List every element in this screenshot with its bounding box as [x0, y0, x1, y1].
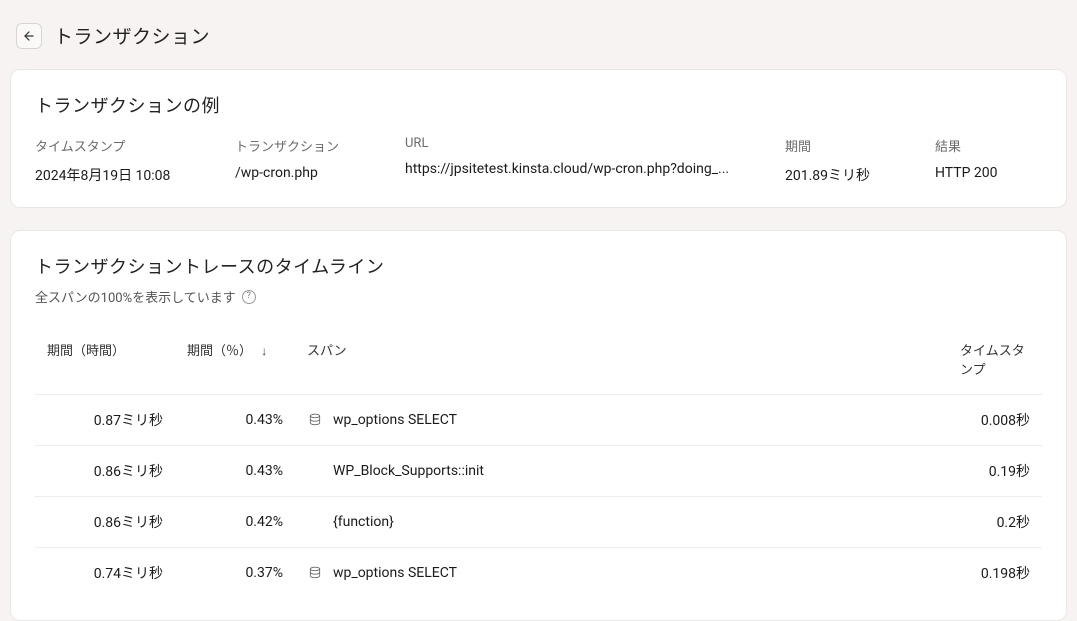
- arrow-left-icon: [22, 29, 36, 43]
- col-header-timestamp[interactable]: タイムスタンプ: [942, 330, 1042, 395]
- timestamp-value: 2024年8月19日 10:08: [35, 165, 235, 185]
- timeline-subtitle-text: 全スパンの100%を表示しています: [35, 287, 236, 306]
- cell-timestamp: 0.2秒: [942, 497, 1042, 548]
- transaction-value: /wp-cron.php: [235, 165, 405, 181]
- example-grid: タイムスタンプ 2024年8月19日 10:08 トランザクション /wp-cr…: [35, 136, 1042, 185]
- col-header-duration[interactable]: 期間（時間）: [35, 330, 175, 395]
- db-icon-slot: [307, 413, 323, 427]
- table-row[interactable]: 0.74ミリ秒0.37% wp_options SELECT 0.198秒: [35, 548, 1042, 599]
- timeline-card-title: トランザクショントレースのタイムライン: [35, 253, 1042, 279]
- database-icon: [308, 566, 322, 580]
- cell-pct: 0.43%: [175, 395, 295, 446]
- help-icon[interactable]: ?: [242, 290, 256, 304]
- cell-pct: 0.42%: [175, 497, 295, 548]
- duration-label: 期間: [785, 136, 935, 155]
- db-icon-slot: [307, 566, 323, 580]
- col-header-span[interactable]: スパン: [295, 330, 942, 395]
- timeline-subtitle: 全スパンの100%を表示しています ?: [35, 287, 1042, 306]
- timeline-card: トランザクショントレースのタイムライン 全スパンの100%を表示しています ? …: [10, 230, 1067, 621]
- trace-table: 期間（時間） 期間（％） ↓ スパン タイムスタンプ 0.87ミリ秒0.43% w…: [35, 330, 1042, 598]
- col-header-pct[interactable]: 期間（％） ↓: [175, 330, 295, 395]
- cell-timestamp: 0.008秒: [942, 395, 1042, 446]
- database-icon: [308, 413, 322, 427]
- cell-timestamp: 0.198秒: [942, 548, 1042, 599]
- table-row[interactable]: 0.86ミリ秒0.42% {function} 0.2秒: [35, 497, 1042, 548]
- span-text: {function}: [333, 514, 394, 530]
- cell-span: WP_Block_Supports::init: [295, 446, 942, 497]
- back-button[interactable]: [16, 23, 42, 49]
- span-text: wp_options SELECT: [333, 412, 457, 428]
- sort-arrow-down-icon: ↓: [261, 344, 267, 358]
- cell-timestamp: 0.19秒: [942, 446, 1042, 497]
- span-text: wp_options SELECT: [333, 565, 457, 581]
- url-value: https://jpsitetest.kinsta.cloud/wp-cron.…: [405, 161, 785, 177]
- cell-span: wp_options SELECT: [295, 395, 942, 446]
- cell-span: {function}: [295, 497, 942, 548]
- page-header: トランザクション: [10, 10, 1067, 69]
- result-value: HTTP 200: [935, 165, 1055, 181]
- cell-span: wp_options SELECT: [295, 548, 942, 599]
- transaction-example-card: トランザクションの例 タイムスタンプ 2024年8月19日 10:08 トランザ…: [10, 69, 1067, 208]
- cell-pct: 0.37%: [175, 548, 295, 599]
- duration-value: 201.89ミリ秒: [785, 165, 935, 185]
- transaction-label: トランザクション: [235, 136, 405, 155]
- timestamp-label: タイムスタンプ: [35, 136, 235, 155]
- cell-duration: 0.86ミリ秒: [35, 497, 175, 548]
- cell-pct: 0.43%: [175, 446, 295, 497]
- cell-duration: 0.87ミリ秒: [35, 395, 175, 446]
- table-row[interactable]: 0.87ミリ秒0.43% wp_options SELECT 0.008秒: [35, 395, 1042, 446]
- url-label: URL: [405, 136, 785, 151]
- result-label: 結果: [935, 136, 1055, 155]
- cell-duration: 0.74ミリ秒: [35, 548, 175, 599]
- span-text: WP_Block_Supports::init: [333, 463, 484, 479]
- table-row[interactable]: 0.86ミリ秒0.43% WP_Block_Supports::init 0.19秒: [35, 446, 1042, 497]
- example-card-title: トランザクションの例: [35, 92, 1042, 118]
- page-title: トランザクション: [54, 22, 210, 49]
- cell-duration: 0.86ミリ秒: [35, 446, 175, 497]
